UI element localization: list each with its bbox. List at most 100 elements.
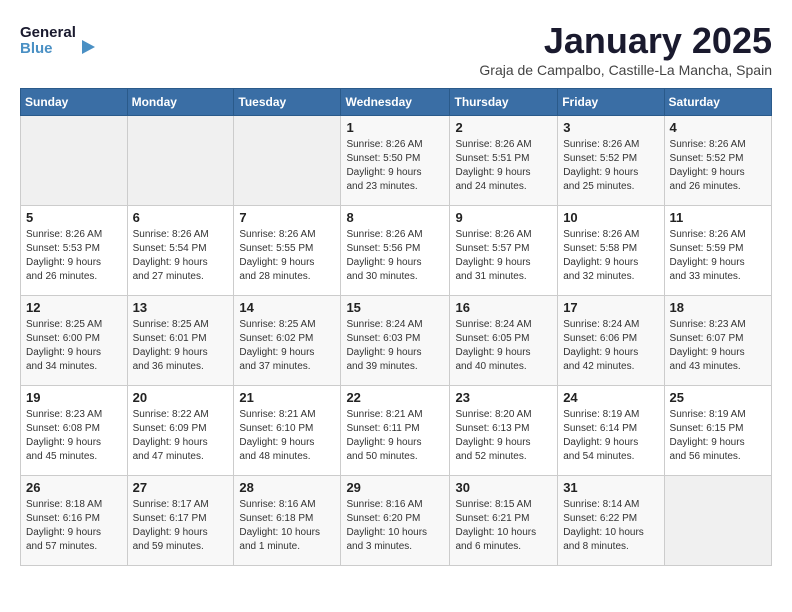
day-info: Sunrise: 8:19 AM Sunset: 6:14 PM Dayligh… xyxy=(563,408,658,464)
day-number: 11 xyxy=(670,210,766,225)
page-header: GeneralBlue January 2025 Graja de Campal… xyxy=(20,20,772,78)
day-info: Sunrise: 8:18 AM Sunset: 6:16 PM Dayligh… xyxy=(26,498,122,554)
header-thursday: Thursday xyxy=(450,89,558,116)
header-tuesday: Tuesday xyxy=(234,89,341,116)
day-number: 16 xyxy=(455,300,552,315)
calendar-cell: 15 Sunrise: 8:24 AM Sunset: 6:03 PM Dayli… xyxy=(341,296,450,386)
day-info: Sunrise: 8:26 AM Sunset: 5:59 PM Dayligh… xyxy=(670,228,766,284)
calendar-cell: 8 Sunrise: 8:26 AM Sunset: 5:56 PM Daylig… xyxy=(341,206,450,296)
calendar-cell: 17 Sunrise: 8:24 AM Sunset: 6:06 PM Dayli… xyxy=(558,296,664,386)
day-info: Sunrise: 8:26 AM Sunset: 5:56 PM Dayligh… xyxy=(346,228,444,284)
header-saturday: Saturday xyxy=(664,89,771,116)
calendar-cell: 6 Sunrise: 8:26 AM Sunset: 5:54 PM Daylig… xyxy=(127,206,234,296)
day-info: Sunrise: 8:24 AM Sunset: 6:05 PM Dayligh… xyxy=(455,318,552,374)
day-info: Sunrise: 8:25 AM Sunset: 6:02 PM Dayligh… xyxy=(239,318,335,374)
month-title: January 2025 xyxy=(479,20,772,62)
calendar-cell: 22 Sunrise: 8:21 AM Sunset: 6:11 PM Dayli… xyxy=(341,386,450,476)
day-number: 22 xyxy=(346,390,444,405)
calendar-cell: 31 Sunrise: 8:14 AM Sunset: 6:22 PM Dayli… xyxy=(558,476,664,566)
header-wednesday: Wednesday xyxy=(341,89,450,116)
calendar-cell: 20 Sunrise: 8:22 AM Sunset: 6:09 PM Dayli… xyxy=(127,386,234,476)
day-number: 6 xyxy=(133,210,229,225)
day-info: Sunrise: 8:26 AM Sunset: 5:52 PM Dayligh… xyxy=(563,138,658,194)
day-number: 15 xyxy=(346,300,444,315)
day-number: 26 xyxy=(26,480,122,495)
calendar-cell: 7Sunrise: 8:26 AM Sunset: 5:55 PM Daylig… xyxy=(234,206,341,296)
day-info: Sunrise: 8:25 AM Sunset: 6:01 PM Dayligh… xyxy=(133,318,229,374)
calendar-cell xyxy=(234,116,341,206)
day-number: 3 xyxy=(563,120,658,135)
logo-svg: GeneralBlue xyxy=(20,20,100,60)
header-friday: Friday xyxy=(558,89,664,116)
day-number: 23 xyxy=(455,390,552,405)
calendar-cell: 4 Sunrise: 8:26 AM Sunset: 5:52 PM Daylig… xyxy=(664,116,771,206)
week-row-4: 19Sunrise: 8:23 AM Sunset: 6:08 PM Dayli… xyxy=(21,386,772,476)
day-info: Sunrise: 8:26 AM Sunset: 5:52 PM Dayligh… xyxy=(670,138,766,194)
svg-text:General: General xyxy=(20,24,76,41)
header-row: SundayMondayTuesdayWednesdayThursdayFrid… xyxy=(21,89,772,116)
calendar-cell: 3 Sunrise: 8:26 AM Sunset: 5:52 PM Daylig… xyxy=(558,116,664,206)
day-info: Sunrise: 8:20 AM Sunset: 6:13 PM Dayligh… xyxy=(455,408,552,464)
day-number: 21 xyxy=(239,390,335,405)
day-number: 2 xyxy=(455,120,552,135)
calendar-cell xyxy=(127,116,234,206)
calendar-table: SundayMondayTuesdayWednesdayThursdayFrid… xyxy=(20,88,772,566)
day-info: Sunrise: 8:19 AM Sunset: 6:15 PM Dayligh… xyxy=(670,408,766,464)
location-subtitle: Graja de Campalbo, Castille-La Mancha, S… xyxy=(479,62,772,78)
week-row-2: 5Sunrise: 8:26 AM Sunset: 5:53 PM Daylig… xyxy=(21,206,772,296)
day-number: 10 xyxy=(563,210,658,225)
day-number: 13 xyxy=(133,300,229,315)
day-info: Sunrise: 8:26 AM Sunset: 5:54 PM Dayligh… xyxy=(133,228,229,284)
calendar-cell: 12 Sunrise: 8:25 AM Sunset: 6:00 PM Dayli… xyxy=(21,296,128,386)
day-number: 8 xyxy=(346,210,444,225)
calendar-cell: 5Sunrise: 8:26 AM Sunset: 5:53 PM Daylig… xyxy=(21,206,128,296)
week-row-5: 26 Sunrise: 8:18 AM Sunset: 6:16 PM Dayli… xyxy=(21,476,772,566)
calendar-cell: 24 Sunrise: 8:19 AM Sunset: 6:14 PM Dayli… xyxy=(558,386,664,476)
day-info: Sunrise: 8:21 AM Sunset: 6:11 PM Dayligh… xyxy=(346,408,444,464)
day-info: Sunrise: 8:14 AM Sunset: 6:22 PM Dayligh… xyxy=(563,498,658,554)
calendar-cell: 9Sunrise: 8:26 AM Sunset: 5:57 PM Daylig… xyxy=(450,206,558,296)
day-info: Sunrise: 8:26 AM Sunset: 5:51 PM Dayligh… xyxy=(455,138,552,194)
calendar-cell: 29Sunrise: 8:16 AM Sunset: 6:20 PM Dayli… xyxy=(341,476,450,566)
calendar-cell: 2 Sunrise: 8:26 AM Sunset: 5:51 PM Daylig… xyxy=(450,116,558,206)
calendar-cell: 21 Sunrise: 8:21 AM Sunset: 6:10 PM Dayli… xyxy=(234,386,341,476)
calendar-cell: 14 Sunrise: 8:25 AM Sunset: 6:02 PM Dayli… xyxy=(234,296,341,386)
calendar-cell: 16 Sunrise: 8:24 AM Sunset: 6:05 PM Dayli… xyxy=(450,296,558,386)
day-info: Sunrise: 8:24 AM Sunset: 6:03 PM Dayligh… xyxy=(346,318,444,374)
svg-text:Blue: Blue xyxy=(20,40,53,57)
day-number: 4 xyxy=(670,120,766,135)
week-row-3: 12 Sunrise: 8:25 AM Sunset: 6:00 PM Dayli… xyxy=(21,296,772,386)
day-number: 1 xyxy=(346,120,444,135)
calendar-cell: 18Sunrise: 8:23 AM Sunset: 6:07 PM Dayli… xyxy=(664,296,771,386)
calendar-cell: 1Sunrise: 8:26 AM Sunset: 5:50 PM Daylig… xyxy=(341,116,450,206)
day-number: 12 xyxy=(26,300,122,315)
day-info: Sunrise: 8:21 AM Sunset: 6:10 PM Dayligh… xyxy=(239,408,335,464)
day-info: Sunrise: 8:22 AM Sunset: 6:09 PM Dayligh… xyxy=(133,408,229,464)
calendar-cell: 11 Sunrise: 8:26 AM Sunset: 5:59 PM Dayli… xyxy=(664,206,771,296)
header-sunday: Sunday xyxy=(21,89,128,116)
day-number: 14 xyxy=(239,300,335,315)
day-info: Sunrise: 8:15 AM Sunset: 6:21 PM Dayligh… xyxy=(455,498,552,554)
day-number: 25 xyxy=(670,390,766,405)
day-number: 18 xyxy=(670,300,766,315)
day-number: 30 xyxy=(455,480,552,495)
day-info: Sunrise: 8:26 AM Sunset: 5:55 PM Dayligh… xyxy=(239,228,335,284)
day-info: Sunrise: 8:26 AM Sunset: 5:53 PM Dayligh… xyxy=(26,228,122,284)
calendar-cell: 23 Sunrise: 8:20 AM Sunset: 6:13 PM Dayli… xyxy=(450,386,558,476)
day-number: 19 xyxy=(26,390,122,405)
calendar-cell: 13 Sunrise: 8:25 AM Sunset: 6:01 PM Dayli… xyxy=(127,296,234,386)
calendar-cell: 25 Sunrise: 8:19 AM Sunset: 6:15 PM Dayli… xyxy=(664,386,771,476)
day-info: Sunrise: 8:16 AM Sunset: 6:20 PM Dayligh… xyxy=(346,498,444,554)
day-info: Sunrise: 8:25 AM Sunset: 6:00 PM Dayligh… xyxy=(26,318,122,374)
calendar-cell: 28Sunrise: 8:16 AM Sunset: 6:18 PM Dayli… xyxy=(234,476,341,566)
day-number: 28 xyxy=(239,480,335,495)
day-number: 17 xyxy=(563,300,658,315)
day-info: Sunrise: 8:24 AM Sunset: 6:06 PM Dayligh… xyxy=(563,318,658,374)
day-number: 20 xyxy=(133,390,229,405)
day-number: 9 xyxy=(455,210,552,225)
day-number: 24 xyxy=(563,390,658,405)
header-monday: Monday xyxy=(127,89,234,116)
calendar-cell xyxy=(21,116,128,206)
day-number: 31 xyxy=(563,480,658,495)
calendar-cell xyxy=(664,476,771,566)
